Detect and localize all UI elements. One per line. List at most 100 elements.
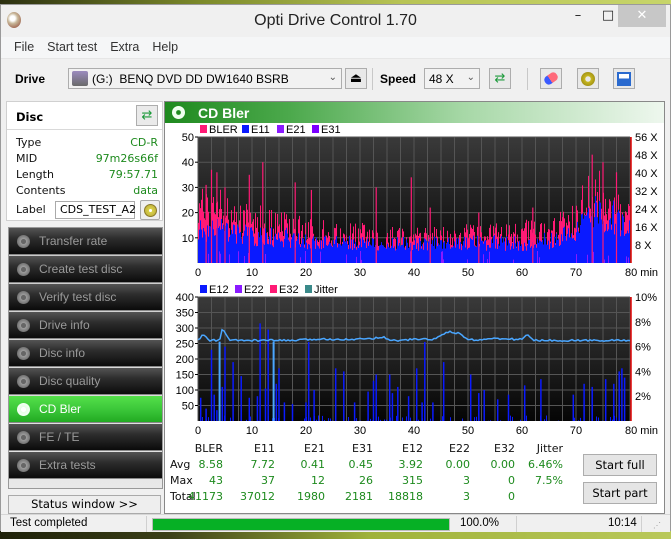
stats-cell: 0.41 [300, 458, 326, 471]
x-tick-label: 60 [516, 425, 528, 437]
nav-cd-bler[interactable]: CD Bler [9, 396, 162, 423]
speed-select[interactable]: 48 X ⌄ [424, 68, 480, 89]
stats-cell: 18818 [388, 490, 423, 503]
menu-extra[interactable]: Extra [110, 37, 139, 54]
x-tick-label: 20 [300, 267, 312, 279]
legend-swatch [277, 125, 284, 133]
status-divider [641, 516, 642, 532]
field-value: 79:57.71 [108, 168, 158, 181]
x-tick-label: 60 [516, 267, 528, 279]
x-tick-label: 80 min [625, 267, 658, 279]
disc-icon [17, 235, 30, 248]
cd-bler-panel: CD Bler 10 20 30 40 50 0 10 20 30 40 50 60 70 80 min 8… [164, 101, 665, 514]
y-tick-label: 100 [176, 385, 194, 397]
settings-button[interactable] [577, 68, 599, 89]
eject-icon: ⏏ [349, 71, 363, 86]
disc-icon [172, 106, 185, 119]
legend-label: BLER [209, 124, 238, 136]
e12-jitter-chart: 50 100 150 200 250 300 350 400 0 10 20 30 40 50 60 70 80… [176, 284, 658, 437]
speed-label: Speed [380, 72, 417, 86]
stats-column-header: BLER [194, 442, 223, 455]
disc-panel-header: Disc ⇄ [7, 102, 162, 130]
drive-select[interactable]: (G:) BENQ DVD DD DW1640 BSRB ⌄ [68, 68, 342, 89]
nav-verify-test-disc[interactable]: Verify test disc [9, 284, 162, 311]
x-tick-label: 50 [462, 267, 474, 279]
nav-disc-quality[interactable]: Disc quality [9, 368, 162, 395]
refresh-icon: ⇄ [141, 108, 153, 123]
stats-cell: 41173 [188, 490, 223, 503]
y-tick-label: 30 [182, 182, 194, 194]
field-key: Label [16, 203, 46, 216]
status-window-button[interactable]: Status window >> [8, 495, 161, 514]
legend-swatch [200, 125, 207, 133]
eject-button[interactable]: ⏏ [345, 68, 367, 89]
x-tick-label: 80 min [625, 425, 658, 437]
menu-start-test[interactable]: Start test [47, 37, 97, 54]
disc-field-mid: MID 97m26s66f [16, 152, 158, 168]
toolbar: Drive (G:) BENQ DVD DD DW1640 BSRB ⌄ ⏏ S… [1, 63, 670, 97]
disc-icon [17, 375, 30, 388]
stats-column-header: E31 [352, 442, 373, 455]
nav-label: Verify test disc [39, 290, 117, 304]
x-tick-label: 70 [570, 267, 582, 279]
chevron-down-icon: ⌄ [328, 72, 337, 83]
x-tick-label: 0 [195, 425, 201, 437]
disc-label-input[interactable]: CDS_TEST_A2 [55, 201, 136, 219]
stats-cell: 26 [359, 474, 373, 487]
save-button[interactable] [613, 68, 635, 89]
y2-tick-label: 2% [635, 391, 651, 403]
y2-tick-label: 4% [635, 366, 651, 378]
stats-cell: 0.00 [490, 458, 516, 471]
start-part-button[interactable]: Start part [583, 482, 657, 504]
stats-cell: 3 [463, 474, 470, 487]
refresh-speed-button[interactable]: ⇄ [489, 68, 511, 89]
progress-percent: 100.0% [460, 517, 500, 529]
drive-icon [72, 71, 88, 86]
disc-icon [17, 263, 30, 276]
start-full-button[interactable]: Start full [583, 454, 657, 476]
stats-column-header: E21 [304, 442, 325, 455]
nav-label: Drive info [39, 318, 90, 332]
stats-cell: 43 [209, 474, 223, 487]
field-value: CD-R [130, 136, 158, 149]
legend-label: E21 [286, 124, 306, 136]
menu-help[interactable]: Help [152, 37, 178, 54]
x-tick-label: 30 [354, 425, 366, 437]
panel-title: CD Bler [198, 105, 250, 121]
stats-cell: 8.58 [198, 458, 224, 471]
nav-create-test-disc[interactable]: Create test disc [9, 256, 162, 283]
nav-label: Disc info [39, 346, 86, 360]
disc-icon [17, 403, 30, 416]
disc-icon [17, 347, 30, 360]
nav-drive-info[interactable]: Drive info [9, 312, 162, 339]
legend-label: E32 [279, 284, 299, 296]
y-tick-label: 300 [176, 323, 194, 335]
nav-disc-info[interactable]: Disc info [9, 340, 162, 367]
y2-tick-label: 10% [635, 292, 657, 304]
close-button[interactable]: ✕ [618, 5, 666, 27]
menu-file[interactable]: File [14, 37, 34, 54]
disc-panel-title: Disc [16, 110, 44, 124]
nav-label: Transfer rate [39, 234, 108, 248]
disc-refresh-button[interactable]: ⇄ [136, 105, 158, 126]
disc-label-button[interactable] [140, 200, 160, 220]
field-key: Type [16, 136, 42, 149]
nav-label: Extra tests [39, 458, 96, 472]
resize-grip-icon[interactable]: ⋰ [653, 521, 661, 530]
stats-cell: 0.00 [445, 458, 471, 471]
minimize-button[interactable]: – [563, 5, 593, 27]
nav-extra-tests[interactable]: Extra tests [9, 452, 162, 479]
y-tick-label: 350 [176, 308, 194, 320]
x-tick-label: 50 [462, 425, 474, 437]
erase-button[interactable] [540, 68, 562, 89]
y2-tick-label: 16 X [635, 222, 658, 234]
legend-swatch [200, 285, 207, 293]
nav-fe-te[interactable]: FE / TE [9, 424, 162, 451]
nav-transfer-rate[interactable]: Transfer rate [9, 228, 162, 255]
chevron-down-icon: ⌄ [466, 72, 475, 83]
nav-label: CD Bler [39, 402, 82, 416]
cd-icon [144, 204, 157, 217]
x-tick-label: 30 [354, 267, 366, 279]
stats-column-header: E12 [402, 442, 423, 455]
disc-label-key: Label [16, 203, 56, 219]
